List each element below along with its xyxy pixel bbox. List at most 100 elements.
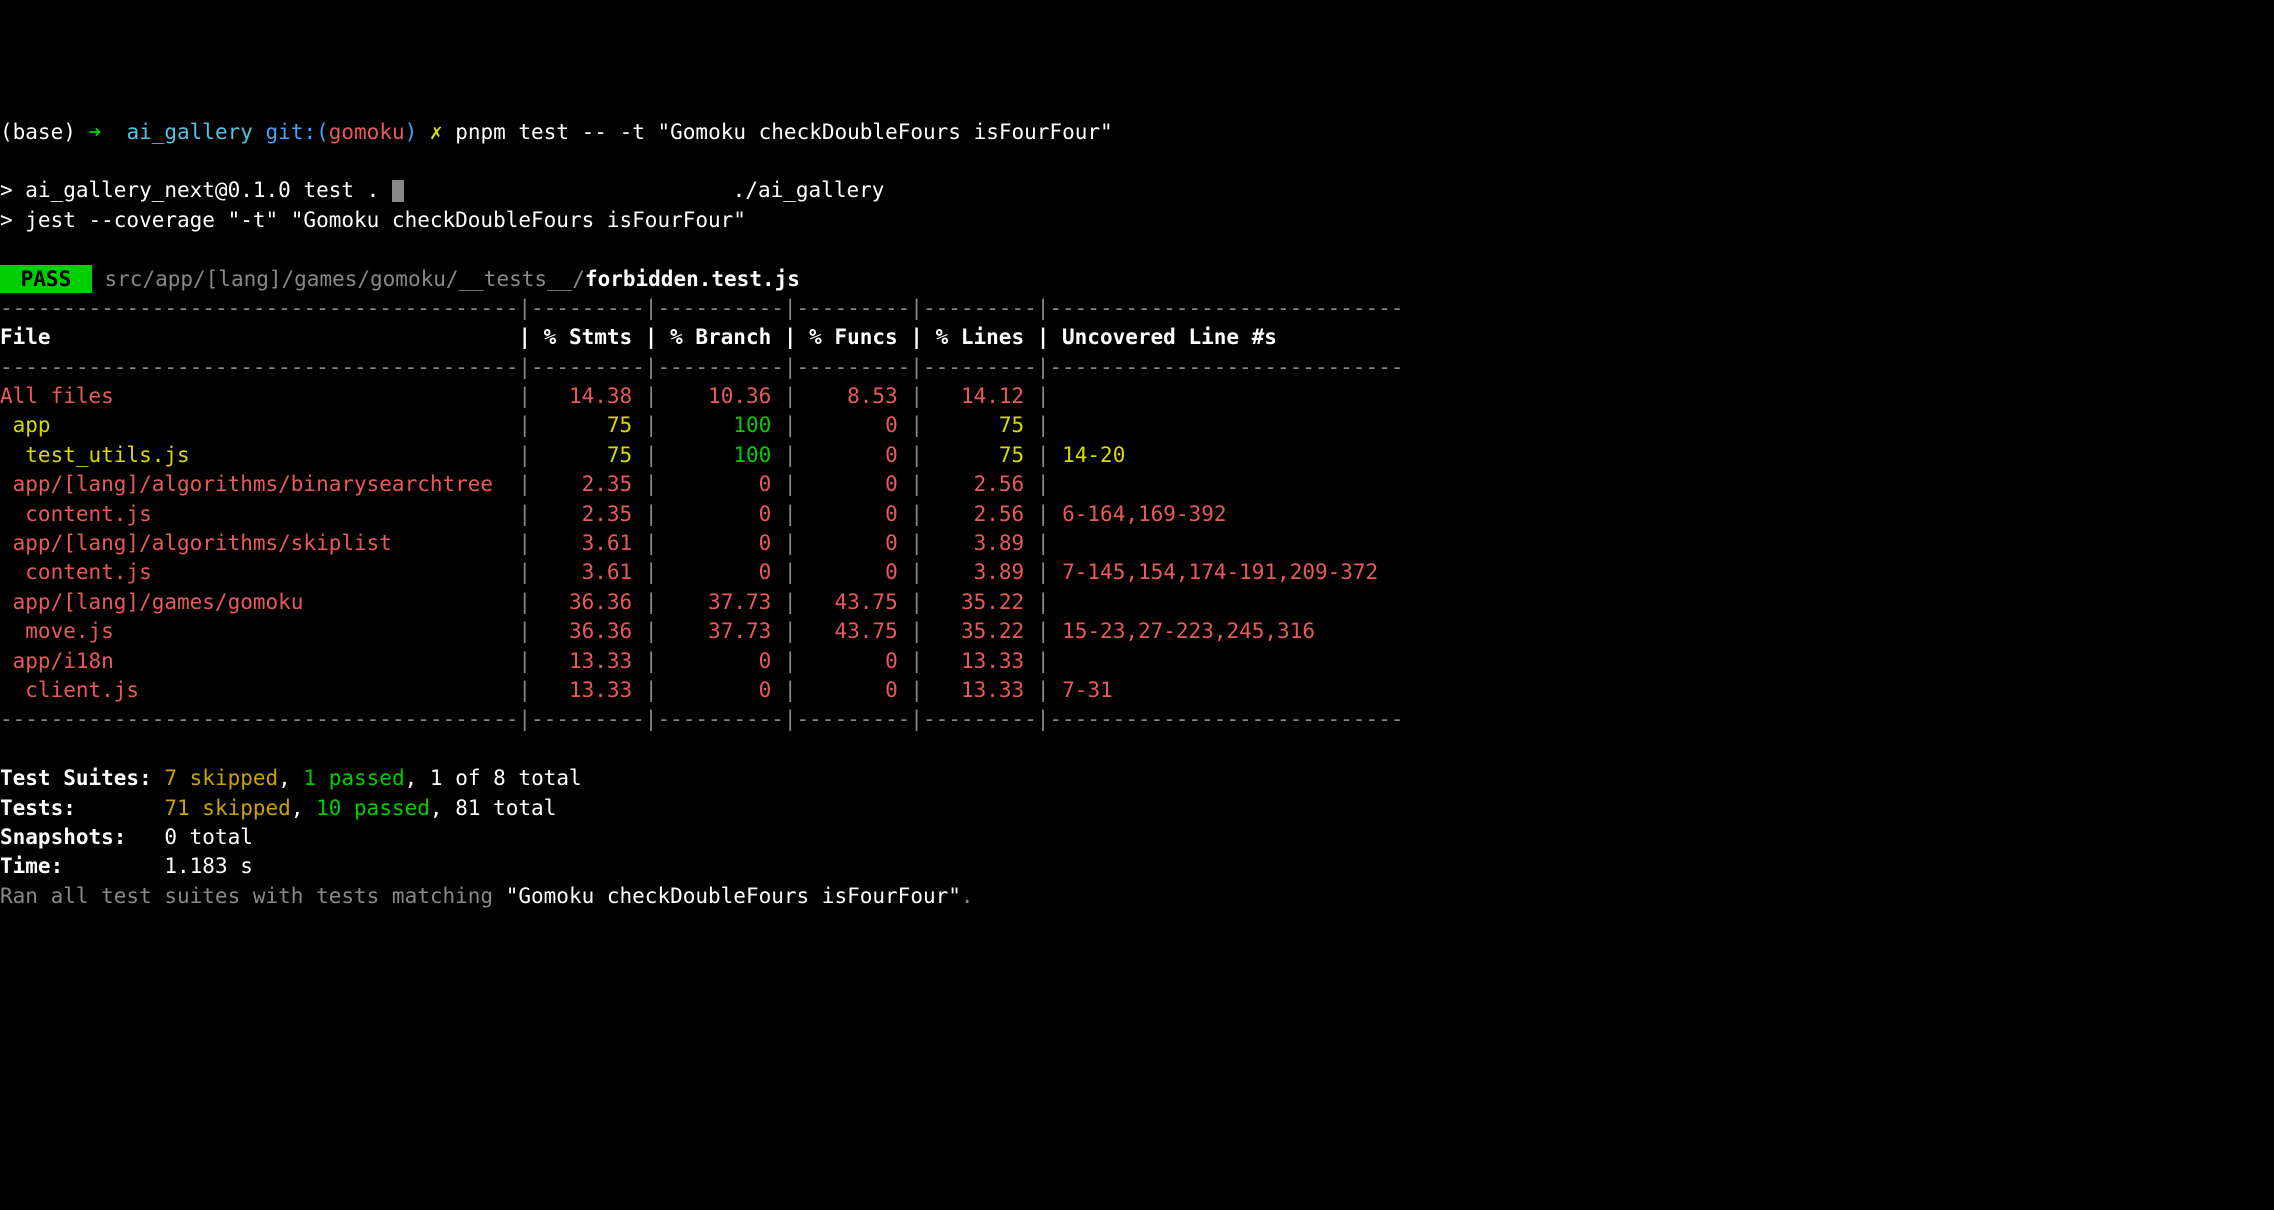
summary-label: Snapshots: bbox=[0, 825, 164, 849]
coverage-uncovered: 6-164,169-392 bbox=[1049, 502, 1226, 526]
coverage-lines: 75 bbox=[923, 413, 1037, 437]
test-file-result: PASS src/app/[lang]/games/gomoku/__tests… bbox=[0, 265, 2274, 294]
coverage-branch: 100 bbox=[657, 413, 783, 437]
coverage-uncovered bbox=[1049, 590, 1062, 614]
coverage-branch: 37.73 bbox=[657, 590, 783, 614]
coverage-branch: 0 bbox=[657, 649, 783, 673]
table-row: test_utils.js | 75 | 100 | 0 | 75 | 14-2… bbox=[0, 441, 2274, 470]
coverage-branch: 0 bbox=[657, 472, 783, 496]
coverage-lines: 2.56 bbox=[923, 472, 1037, 496]
table-row: app/[lang]/algorithms/skiplist | 3.61 | … bbox=[0, 529, 2274, 558]
pkg-script: > ai_gallery_next@0.1.0 test . bbox=[0, 178, 379, 202]
git-dirty-icon: ✗ bbox=[430, 120, 455, 144]
table-row: app/[lang]/algorithms/binarysearchtree |… bbox=[0, 470, 2274, 499]
coverage-file: app bbox=[0, 413, 518, 437]
coverage-funcs: 8.53 bbox=[797, 384, 911, 408]
pkg-path: ./ai_gallery bbox=[404, 178, 884, 202]
coverage-branch: 0 bbox=[657, 678, 783, 702]
coverage-funcs: 0 bbox=[797, 531, 911, 555]
suites-skipped: 7 skipped bbox=[164, 766, 278, 790]
table-row: move.js | 36.36 | 37.73 | 43.75 | 35.22 … bbox=[0, 617, 2274, 646]
coverage-uncovered: 7-31 bbox=[1049, 678, 1112, 702]
coverage-stmts: 2.35 bbox=[531, 502, 645, 526]
npm-script-line: > ai_gallery_next@0.1.0 test . ./ai_gall… bbox=[0, 176, 2274, 205]
coverage-uncovered: 7-145,154,174-191,209-372 bbox=[1049, 560, 1378, 584]
coverage-stmts: 13.33 bbox=[531, 678, 645, 702]
coverage-funcs: 0 bbox=[797, 413, 911, 437]
coverage-uncovered bbox=[1049, 413, 1062, 437]
coverage-uncovered bbox=[1049, 531, 1062, 555]
prompt-arrow-icon: ➜ bbox=[89, 120, 127, 144]
coverage-lines: 13.33 bbox=[923, 649, 1037, 673]
summary-line: Snapshots: 0 total bbox=[0, 823, 2274, 852]
coverage-stmts: 3.61 bbox=[531, 560, 645, 584]
coverage-stmts: 13.33 bbox=[531, 649, 645, 673]
jest-command: > jest --coverage "-t" "Gomoku checkDoub… bbox=[0, 208, 746, 232]
table-row: All files | 14.38 | 10.36 | 8.53 | 14.12… bbox=[0, 382, 2274, 411]
table-row: content.js | 3.61 | 0 | 0 | 3.89 | 7-145… bbox=[0, 558, 2274, 587]
git-label: git:( bbox=[266, 120, 329, 144]
coverage-stmts: 75 bbox=[531, 443, 645, 467]
summary-label: Time: bbox=[0, 854, 164, 878]
coverage-branch: 100 bbox=[657, 443, 783, 467]
coverage-stmts: 36.36 bbox=[531, 590, 645, 614]
coverage-branch: 37.73 bbox=[657, 619, 783, 643]
summary-label: Tests: bbox=[0, 796, 164, 820]
jest-cmd-line: > jest --coverage "-t" "Gomoku checkDoub… bbox=[0, 206, 2274, 235]
suites-passed: 1 passed bbox=[303, 766, 404, 790]
coverage-uncovered bbox=[1049, 472, 1062, 496]
ran-line: Ran all test suites with tests matching … bbox=[0, 882, 2274, 911]
pass-badge: PASS bbox=[0, 265, 92, 293]
shell-prompt: (base) ➜ ai_gallery git:(gomoku) ✗ pnpm … bbox=[0, 118, 2274, 147]
coverage-uncovered: 14-20 bbox=[1049, 443, 1125, 467]
coverage-file: All files bbox=[0, 384, 518, 408]
table-header: File | % Stmts | % Branch | % Funcs | % … bbox=[0, 323, 2274, 352]
coverage-lines: 3.89 bbox=[923, 531, 1037, 555]
coverage-funcs: 0 bbox=[797, 649, 911, 673]
coverage-stmts: 36.36 bbox=[531, 619, 645, 643]
coverage-funcs: 0 bbox=[797, 443, 911, 467]
table-row: content.js | 2.35 | 0 | 0 | 2.56 | 6-164… bbox=[0, 500, 2274, 529]
tests-passed: 10 passed bbox=[316, 796, 430, 820]
cwd: ai_gallery bbox=[126, 120, 265, 144]
coverage-funcs: 0 bbox=[797, 678, 911, 702]
coverage-stmts: 75 bbox=[531, 413, 645, 437]
coverage-lines: 13.33 bbox=[923, 678, 1037, 702]
coverage-branch: 0 bbox=[657, 531, 783, 555]
coverage-funcs: 0 bbox=[797, 560, 911, 584]
test-path-file: forbidden.test.js bbox=[585, 267, 800, 291]
table-border: ----------------------------------------… bbox=[0, 353, 2274, 382]
coverage-file: app/[lang]/games/gomoku bbox=[0, 590, 518, 614]
table-row: app | 75 | 100 | 0 | 75 | bbox=[0, 411, 2274, 440]
table-row: app/i18n | 13.33 | 0 | 0 | 13.33 | bbox=[0, 647, 2274, 676]
coverage-branch: 10.36 bbox=[657, 384, 783, 408]
coverage-funcs: 0 bbox=[797, 472, 911, 496]
coverage-uncovered bbox=[1049, 384, 1062, 408]
snapshots-value: 0 total bbox=[164, 825, 253, 849]
coverage-stmts: 2.35 bbox=[531, 472, 645, 496]
coverage-funcs: 0 bbox=[797, 502, 911, 526]
coverage-branch: 0 bbox=[657, 502, 783, 526]
coverage-lines: 2.56 bbox=[923, 502, 1037, 526]
table-border: ----------------------------------------… bbox=[0, 294, 2274, 323]
coverage-stmts: 14.38 bbox=[531, 384, 645, 408]
summary-line: Test Suites: 7 skipped, 1 passed, 1 of 8… bbox=[0, 764, 2274, 793]
coverage-lines: 75 bbox=[923, 443, 1037, 467]
coverage-file: app/[lang]/algorithms/skiplist bbox=[0, 531, 518, 555]
summary-line: Tests: 71 skipped, 10 passed, 81 total bbox=[0, 794, 2274, 823]
coverage-file: move.js bbox=[0, 619, 518, 643]
terminal-output[interactable]: (base) ➜ ai_gallery git:(gomoku) ✗ pnpm … bbox=[0, 118, 2274, 912]
coverage-branch: 0 bbox=[657, 560, 783, 584]
coverage-lines: 35.22 bbox=[923, 590, 1037, 614]
test-path-dir: src/app/[lang]/games/gomoku/__tests__/ bbox=[105, 267, 585, 291]
coverage-file: app/i18n bbox=[0, 649, 518, 673]
coverage-funcs: 43.75 bbox=[797, 619, 911, 643]
cursor-block bbox=[392, 180, 404, 202]
coverage-uncovered bbox=[1049, 649, 1062, 673]
conda-env: (base) bbox=[0, 120, 89, 144]
coverage-lines: 14.12 bbox=[923, 384, 1037, 408]
coverage-file: content.js bbox=[0, 502, 518, 526]
time-value: 1.183 s bbox=[164, 854, 253, 878]
table-row: client.js | 13.33 | 0 | 0 | 13.33 | 7-31 bbox=[0, 676, 2274, 705]
summary-line: Time: 1.183 s bbox=[0, 852, 2274, 881]
